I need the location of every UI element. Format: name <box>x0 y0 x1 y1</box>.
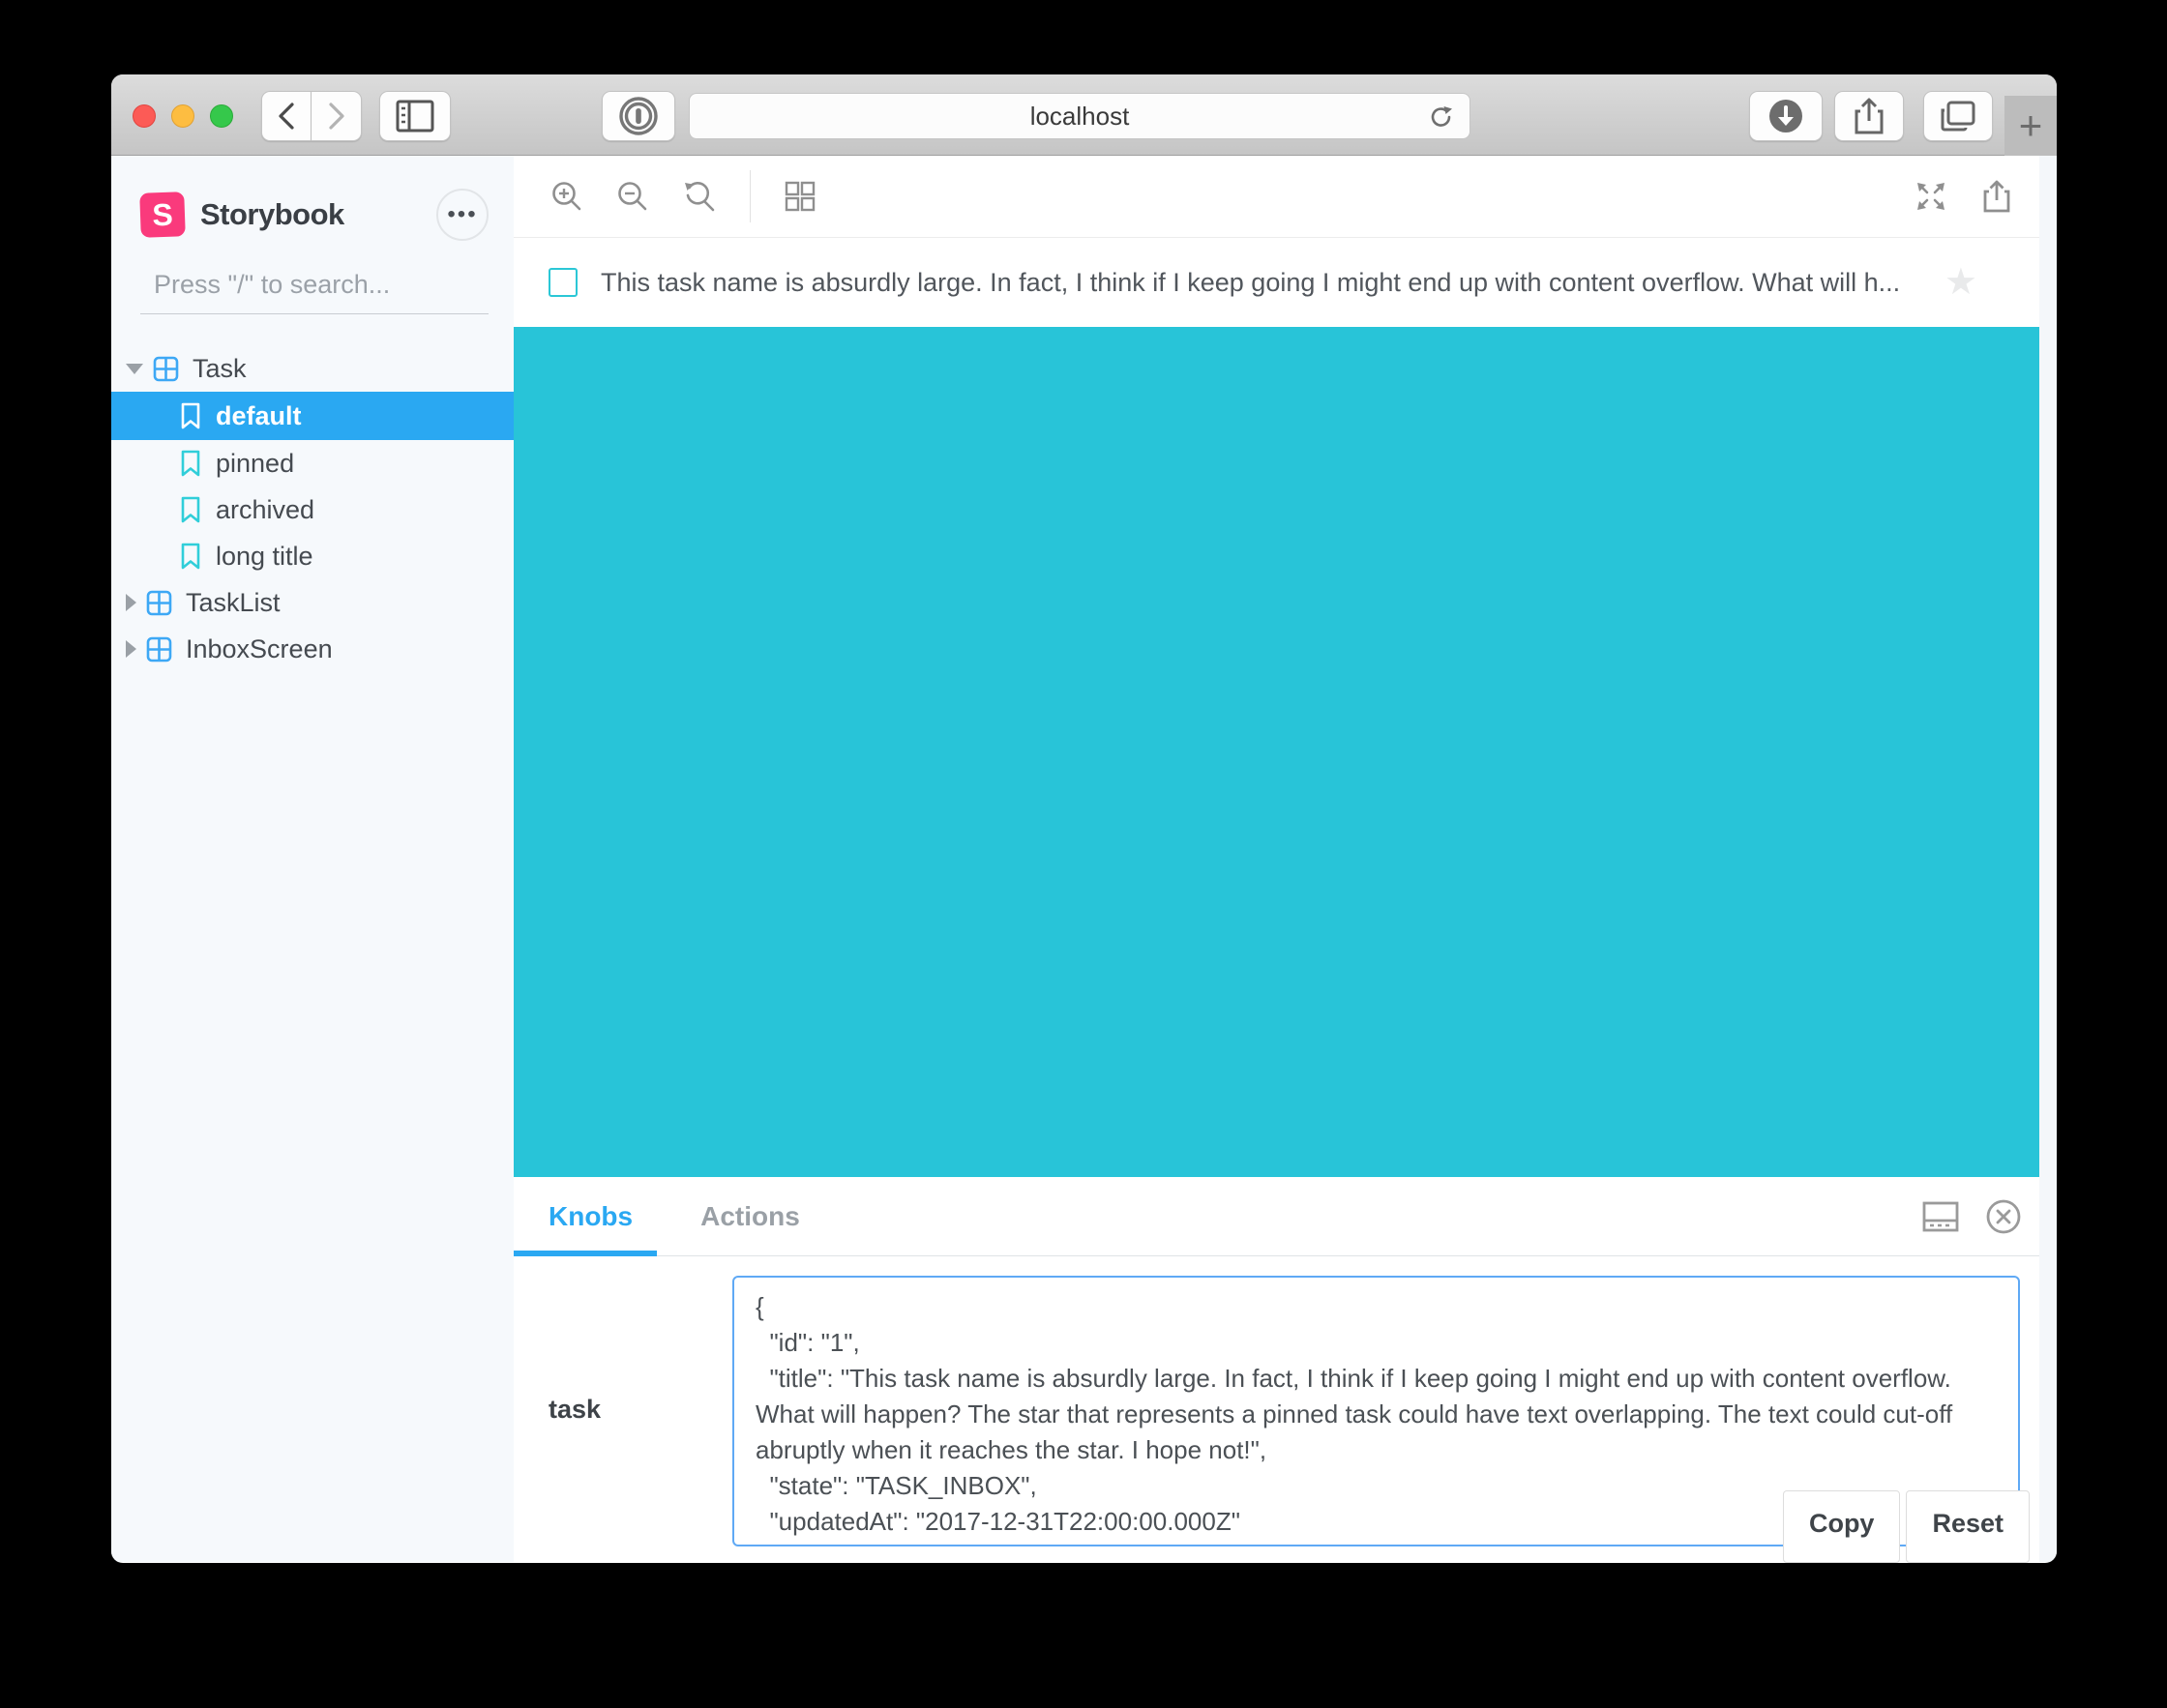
tree-story-archived[interactable]: archived <box>111 486 514 533</box>
story-label: long title <box>216 541 313 571</box>
knob-actions: Copy Reset <box>1782 1490 2030 1563</box>
traffic-lights <box>133 104 233 128</box>
component-label: TaskList <box>186 587 281 617</box>
task-title: This task name is absurdly large. In fac… <box>601 267 1901 297</box>
caret-right-icon <box>126 640 136 658</box>
copy-button[interactable]: Copy <box>1782 1490 1901 1563</box>
new-tab-button[interactable]: + <box>2004 96 2057 156</box>
bookmark-icon <box>179 543 202 570</box>
downloads-button[interactable] <box>1749 91 1823 141</box>
url-text: localhost <box>1029 101 1130 131</box>
zoom-window-button[interactable] <box>210 104 233 128</box>
knobs-panel-body: task { "id": "1", "title": "This task na… <box>514 1256 2039 1563</box>
component-label: InboxScreen <box>186 633 333 663</box>
fullscreen-button[interactable] <box>1914 179 1948 214</box>
panel-position-button[interactable] <box>1921 1200 1960 1233</box>
story-label: default <box>216 400 302 430</box>
storybook-logo: S <box>139 191 186 238</box>
reload-button[interactable] <box>1427 103 1456 136</box>
preview-toolbar <box>514 156 2039 238</box>
task-list-item[interactable]: This task name is absurdly large. In fac… <box>514 238 2039 327</box>
tree-component-inboxscreen[interactable]: InboxScreen <box>111 626 514 672</box>
storybook-sidebar: S Storybook ••• Press "/" to search... T… <box>111 156 514 1562</box>
tree-story-pinned[interactable]: pinned <box>111 440 514 486</box>
export-icon <box>1983 180 2010 213</box>
close-window-button[interactable] <box>133 104 156 128</box>
tab-actions[interactable]: Actions <box>700 1201 800 1232</box>
tabs-icon <box>1941 101 1975 132</box>
story-canvas <box>514 327 2039 1177</box>
bookmark-icon <box>179 402 202 429</box>
app-content: S Storybook ••• Press "/" to search... T… <box>111 156 2057 1563</box>
plus-icon: + <box>2018 103 2043 148</box>
toggle-sidebar-button[interactable] <box>379 91 451 141</box>
component-grid-icon <box>146 590 172 616</box>
story-label: pinned <box>216 448 295 478</box>
search-input[interactable] <box>154 270 496 300</box>
brand-title: Storybook <box>200 197 344 231</box>
knob-field: { "id": "1", "title": "This task name is… <box>732 1276 2030 1563</box>
reload-icon <box>1431 106 1452 127</box>
browser-window: localhost + S Storybook ••• Press "/" to… <box>111 74 2057 1563</box>
sidebar-header: S Storybook ••• <box>139 189 489 241</box>
preview-inner: This task name is absurdly large. In fac… <box>514 156 2039 1563</box>
toolbar-divider <box>750 170 751 222</box>
panel-controls <box>1921 1177 2022 1255</box>
caret-right-icon <box>126 594 136 611</box>
chevron-left-icon <box>279 103 294 130</box>
component-grid-icon <box>153 356 179 382</box>
download-icon <box>1769 100 1802 133</box>
chevron-right-icon <box>328 103 344 130</box>
pin-star-icon[interactable]: ★ <box>1944 264 1977 301</box>
share-button[interactable] <box>1834 91 1904 141</box>
reset-button[interactable]: Reset <box>1906 1490 2030 1563</box>
panel-bottom-icon <box>1922 1201 1959 1231</box>
back-button[interactable] <box>261 91 312 141</box>
open-canvas-button[interactable] <box>1981 179 2012 214</box>
bookmark-icon <box>179 450 202 477</box>
story-tree: Task default pinned archived long title … <box>111 345 514 672</box>
grid-toggle-button[interactable] <box>784 180 816 213</box>
address-bar[interactable]: localhost <box>689 93 1470 139</box>
forward-button[interactable] <box>312 91 362 141</box>
password-extension-button[interactable] <box>602 91 675 141</box>
component-grid-icon <box>146 636 172 663</box>
tree-component-task[interactable]: Task <box>111 345 514 392</box>
share-icon <box>1855 98 1884 134</box>
story-label: archived <box>216 494 315 524</box>
zoom-in-button[interactable] <box>550 180 583 213</box>
titlebar: localhost + <box>111 74 2057 156</box>
active-tab-underline <box>514 1251 657 1256</box>
zoom-reset-button[interactable] <box>682 180 717 213</box>
bookmark-icon <box>179 496 202 523</box>
zoom-out-button[interactable] <box>616 180 649 213</box>
preview-pane: This task name is absurdly large. In fac… <box>514 156 2057 1563</box>
caret-down-icon <box>126 363 143 374</box>
zoom-reset-icon <box>685 181 715 212</box>
grid-icon <box>785 181 816 212</box>
component-label: Task <box>193 353 247 383</box>
fullscreen-icon <box>1917 183 1944 210</box>
tree-story-default[interactable]: default <box>111 392 514 440</box>
knob-name: task <box>549 1394 602 1424</box>
zoom-out-icon <box>618 182 647 211</box>
onepassword-icon <box>619 97 658 135</box>
addon-panel-tabs: Knobs Actions <box>514 1177 2039 1256</box>
show-tabs-button[interactable] <box>1923 91 1993 141</box>
sidebar-menu-button[interactable]: ••• <box>436 189 489 241</box>
sidebar-icon <box>396 100 434 133</box>
minimize-window-button[interactable] <box>171 104 194 128</box>
logo-letter: S <box>151 196 174 232</box>
tab-knobs[interactable]: Knobs <box>549 1201 633 1232</box>
ellipsis-icon: ••• <box>447 201 478 227</box>
addon-panel: Knobs Actions task {"id": "1", "title":… <box>514 1177 2039 1563</box>
tree-story-long-title[interactable]: long title <box>111 533 514 579</box>
close-circle-icon <box>1986 1199 2021 1233</box>
task-checkbox[interactable] <box>549 268 578 297</box>
zoom-in-icon <box>552 182 581 211</box>
search-box[interactable] <box>140 270 496 314</box>
tree-component-tasklist[interactable]: TaskList <box>111 579 514 626</box>
close-panel-button[interactable] <box>1985 1198 2022 1235</box>
